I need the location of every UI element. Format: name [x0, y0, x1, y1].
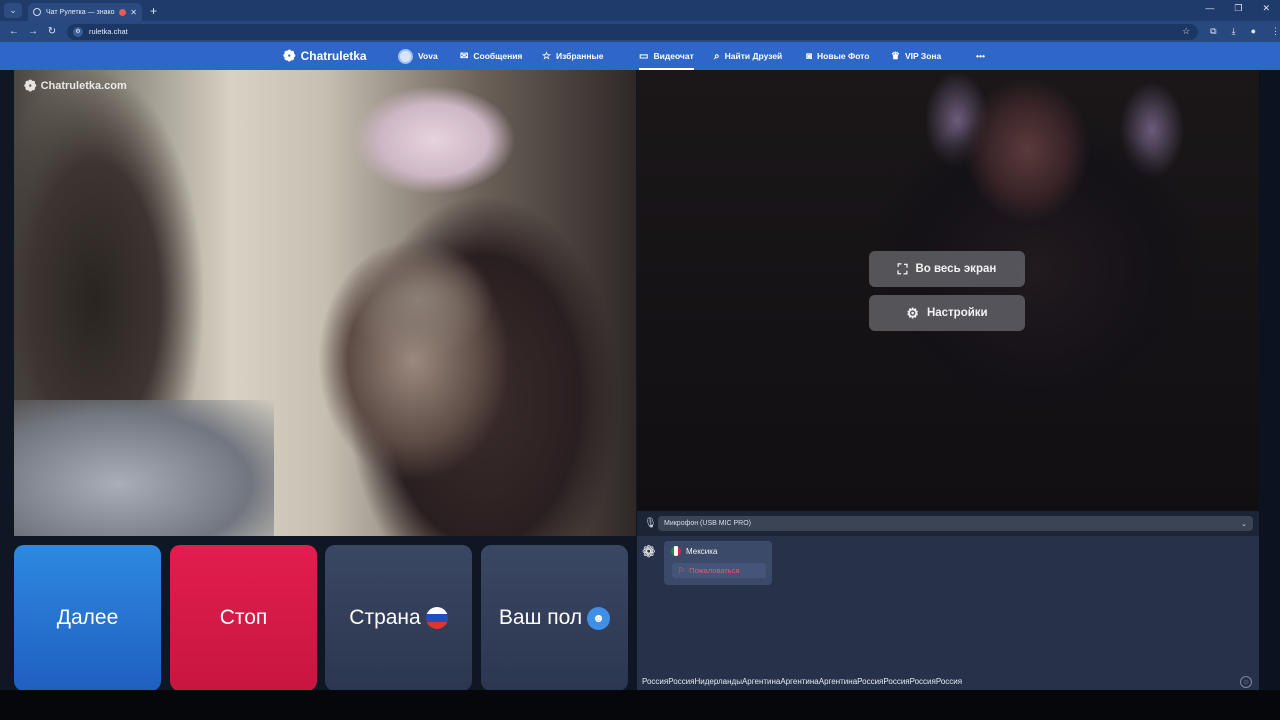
microphone-select-value: Микрофон (USB MIC PRO) [664, 520, 751, 527]
videochat-area: ❁ Chatruletka.com ⛶ Во весь экран ⚙ Наст… [0, 70, 1280, 696]
next-button-label: Далее [56, 606, 119, 629]
nav-profile-label: Vova [418, 51, 438, 61]
new-tab-button[interactable]: + [150, 4, 157, 18]
fullscreen-label: Во весь экран [915, 263, 997, 275]
nav-videochat[interactable]: ▭ Видеочат [639, 42, 694, 70]
video-blur-region [14, 400, 274, 536]
profile-icon[interactable]: ● [1251, 26, 1256, 37]
maximize-button[interactable]: ❐ [1234, 3, 1242, 14]
report-button-label: Пожаловаться [689, 566, 740, 575]
country-history-text: РоссияРоссияНидерландыАргентинаАргентина… [642, 677, 963, 686]
russia-flag-icon [425, 607, 448, 629]
browser-tab[interactable]: Чат Рулетка — знакомства ✕ [28, 3, 142, 21]
nav-favorites-label: Избранные [555, 51, 604, 61]
stop-button-label: Стоп [219, 606, 268, 629]
nav-videochat-label: Видеочат [653, 51, 694, 61]
self-video: ⛶ Во весь экран ⚙ Настройки [637, 70, 1259, 511]
watermark-text: Chatruletka.com [40, 80, 127, 92]
nav-find-friends-label: Найти Друзей [724, 51, 783, 61]
next-button[interactable]: Далее [14, 545, 161, 691]
stop-button[interactable]: Стоп [170, 545, 317, 691]
browser-tab-bar: ⌄ Чат Рулетка — знакомства ✕ + — ❐ ✕ [0, 0, 1280, 21]
video-icon: ▭ [639, 50, 649, 62]
nav-favorites[interactable]: ☆ Избранные [542, 42, 604, 70]
globe-icon [33, 8, 41, 16]
window-controls: — ❐ ✕ [1205, 3, 1270, 14]
search-icon: ⌕ [714, 50, 720, 62]
mail-icon: ✉ [460, 50, 469, 62]
tab-search-button[interactable]: ⌄ [4, 3, 22, 18]
extensions-icon[interactable]: ⧉ [1210, 26, 1216, 37]
country-button[interactable]: Страна [325, 545, 472, 691]
chevron-down-icon: ⌄ [9, 5, 17, 15]
microphone-select[interactable]: Микрофон (USB MIC PRO) ⌄ [658, 516, 1253, 531]
star-icon: ☆ [542, 50, 551, 62]
address-bar[interactable]: ⚙ ruletka.chat ☆ [66, 23, 1199, 40]
country-button-label: Страна [349, 606, 421, 629]
url-text: ruletka.chat [88, 27, 128, 36]
gender-button[interactable]: Ваш пол ☻ [481, 545, 628, 691]
nav-find-friends[interactable]: ⌕ Найти Друзей [714, 42, 782, 70]
video-watermark: ❁ Chatruletka.com [24, 77, 127, 95]
nav-messages[interactable]: ✉ Сообщения [460, 42, 522, 70]
avatar [398, 48, 413, 64]
menu-icon[interactable]: ⋮ [1271, 26, 1280, 37]
gear-icon: ⚙ [906, 304, 919, 321]
chatruletka-logo-icon: ❁ [283, 48, 296, 65]
crown-icon: ♛ [891, 50, 900, 62]
microphone-icon: 🎙 [644, 518, 657, 529]
nav-more[interactable]: ••• [976, 42, 985, 70]
toolbar-icons: ⧉ ⤓ ● ⋮ [1210, 26, 1280, 37]
partner-country-label: Мексика [686, 546, 718, 556]
os-taskbar [0, 690, 1280, 720]
back-icon[interactable]: ← [9, 26, 19, 37]
nav-new-photos-label: Новые Фото [817, 51, 870, 61]
browser-toolbar: ← → ↻ ⚙ ruletka.chat ☆ ⧉ ⤓ ● ⋮ [0, 21, 1280, 42]
chat-panel: ❁ Мексика ⚐ Пожаловаться РоссияРоссияНид… [637, 536, 1259, 696]
page-scroll-area [1259, 70, 1280, 690]
video-blur-region [344, 240, 494, 360]
nav-messages-label: Сообщения [473, 51, 523, 61]
chevron-down-icon: ⌄ [1241, 520, 1247, 528]
chatruletka-logo-icon: ❁ [642, 544, 656, 561]
bookmark-star-icon[interactable]: ☆ [1182, 26, 1190, 37]
report-button[interactable]: ⚐ Пожаловаться [672, 563, 766, 578]
camera-icon: ◙ [806, 50, 813, 62]
more-icon: ••• [976, 51, 985, 61]
settings-label: Настройки [926, 307, 988, 319]
site-logo[interactable]: ❁ Chatruletka [283, 42, 367, 70]
nav-vip-zone[interactable]: ♛ VIP Зона [891, 42, 941, 70]
site-header: ❁ Chatruletka Vova ✉ Сообщения ☆ Избранн… [0, 42, 1280, 70]
fullscreen-icon: ⛶ [897, 260, 908, 277]
partner-info-card: Мексика ⚐ Пожаловаться [664, 541, 772, 585]
gender-male-icon: ☻ [587, 606, 611, 630]
chatruletka-logo-icon: ❁ [24, 78, 37, 95]
logo-text: Chatruletka [300, 49, 367, 63]
tab-title: Чат Рулетка — знакомства [46, 8, 115, 16]
nav-profile[interactable]: Vova [398, 42, 438, 70]
recording-icon [119, 8, 127, 16]
emoji-icon[interactable]: ☺ [1240, 676, 1252, 688]
mexico-flag-icon [671, 546, 681, 556]
minimize-button[interactable]: — [1205, 3, 1214, 14]
partner-country: Мексика [671, 546, 717, 556]
settings-button[interactable]: ⚙ Настройки [869, 295, 1025, 331]
gender-button-label: Ваш пол [498, 606, 583, 629]
download-icon[interactable]: ⤓ [1232, 26, 1236, 37]
microphone-bar: 🎙 Микрофон (USB MIC PRO) ⌄ [637, 511, 1259, 536]
forward-icon[interactable]: → [28, 26, 38, 37]
tab-close-icon[interactable]: ✕ [130, 8, 137, 17]
site-info-icon[interactable]: ⚙ [72, 26, 83, 37]
nav-vip-zone-label: VIP Зона [904, 51, 942, 61]
reload-icon[interactable]: ↻ [47, 26, 57, 37]
nav-new-photos[interactable]: ◙ Новые Фото [806, 42, 869, 70]
flag-icon: ⚐ [678, 566, 686, 575]
close-window-button[interactable]: ✕ [1262, 3, 1270, 14]
partner-video: ❁ Chatruletka.com [14, 70, 636, 536]
fullscreen-button[interactable]: ⛶ Во весь экран [869, 251, 1025, 287]
